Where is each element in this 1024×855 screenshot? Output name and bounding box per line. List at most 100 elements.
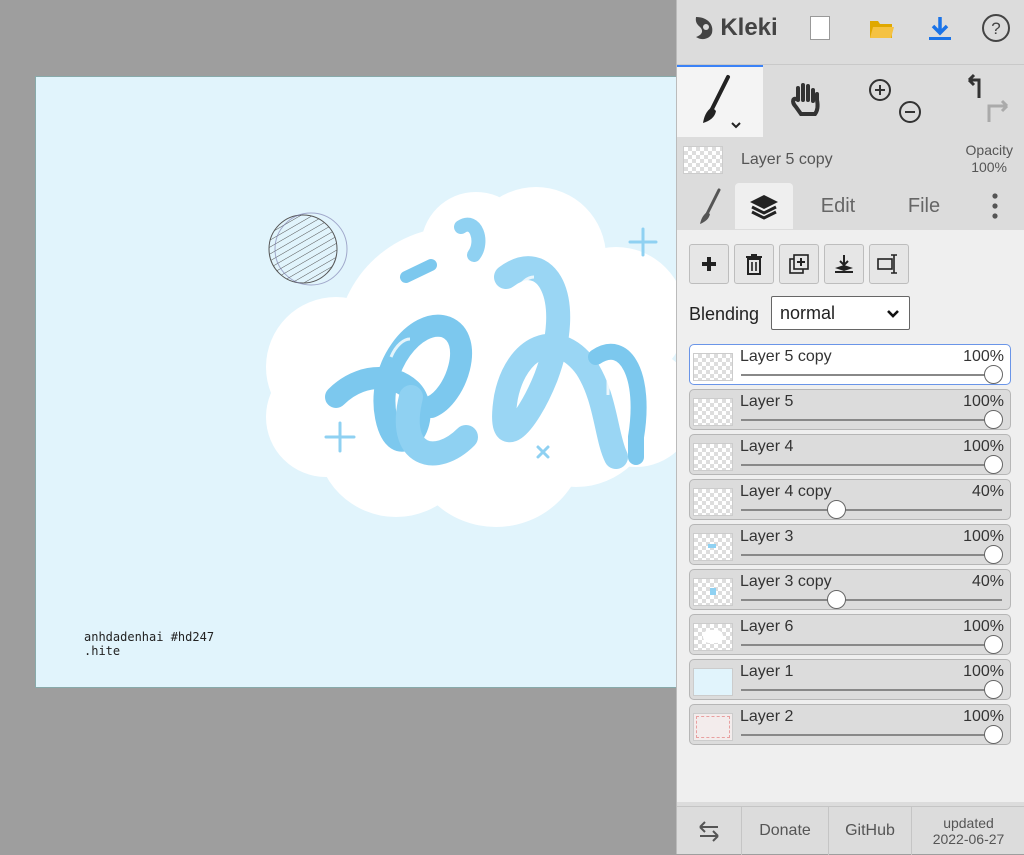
tab-file[interactable]: File bbox=[891, 183, 957, 229]
opacity-slider-track[interactable] bbox=[741, 509, 1002, 511]
opacity-slider-handle[interactable] bbox=[984, 545, 1003, 564]
undo-redo-icons bbox=[967, 73, 1009, 122]
more-options-button[interactable] bbox=[975, 183, 1015, 229]
brush-tab-icon bbox=[700, 188, 721, 224]
layer-item-layer-3-copy[interactable]: Layer 3 copy 40% bbox=[689, 569, 1011, 610]
plus-icon bbox=[702, 257, 716, 271]
zoom-icons bbox=[869, 79, 921, 123]
footer-bar: Donate GitHub updated 2022-06-27 bbox=[677, 806, 1024, 855]
layer-item-layer-6[interactable]: Layer 6 100% bbox=[689, 614, 1011, 655]
help-button[interactable]: ? bbox=[971, 6, 1021, 50]
layer-name: Layer 6 bbox=[740, 618, 794, 635]
signature-line-1: anhdadenhai #hd247 bbox=[84, 630, 215, 644]
layer-opacity: 40% bbox=[971, 483, 1004, 500]
open-folder-icon bbox=[870, 21, 894, 38]
download-button[interactable] bbox=[915, 6, 965, 50]
layer-opacity: 100% bbox=[963, 663, 1004, 680]
layer-thumbnail bbox=[693, 398, 733, 426]
layers-panel: Blending normal Layer 5 copy 100% Layer … bbox=[677, 230, 1024, 802]
opacity-slider-handle[interactable] bbox=[984, 455, 1003, 474]
donate-link[interactable]: Donate bbox=[742, 807, 829, 855]
updated-info[interactable]: updated 2022-06-27 bbox=[912, 807, 1024, 855]
current-layer-thumbnail bbox=[683, 146, 723, 174]
blending-label: Blending bbox=[689, 304, 760, 324]
layer-opacity: 100% bbox=[963, 708, 1004, 725]
new-image-button[interactable] bbox=[795, 6, 845, 50]
opacity-slider-handle[interactable] bbox=[827, 590, 847, 609]
layer-name: Layer 5 bbox=[740, 393, 794, 410]
opacity-slider-handle[interactable] bbox=[827, 500, 847, 519]
svg-text:?: ? bbox=[991, 19, 1000, 38]
opacity-slider-handle[interactable] bbox=[984, 725, 1003, 744]
github-link[interactable]: GitHub bbox=[829, 807, 912, 855]
brush-tool-button[interactable] bbox=[677, 65, 763, 137]
opacity-slider-track[interactable] bbox=[741, 689, 1002, 691]
rename-icon bbox=[877, 254, 897, 274]
duplicate-layer-button[interactable] bbox=[779, 244, 819, 284]
layer-opacity: 100% bbox=[963, 393, 1004, 410]
layer-opacity: 40% bbox=[971, 573, 1004, 590]
drawing-canvas[interactable]: anhdadenhai #hd247 .hite bbox=[35, 76, 676, 688]
opacity-slider-track[interactable] bbox=[741, 734, 1002, 736]
opacity-slider-track[interactable] bbox=[741, 554, 1002, 556]
swap-side-button[interactable] bbox=[677, 807, 742, 855]
layer-thumbnail bbox=[693, 488, 733, 516]
current-layer-info: Layer 5 copy Opacity 100% bbox=[677, 140, 1024, 180]
layer-thumbnail bbox=[693, 353, 733, 381]
tool-row bbox=[677, 64, 1024, 137]
tab-brush[interactable] bbox=[685, 183, 735, 229]
tab-edit[interactable]: Edit bbox=[805, 183, 871, 229]
layer-item-layer-4-copy[interactable]: Layer 4 copy 40% bbox=[689, 479, 1011, 520]
layer-name: Layer 1 bbox=[740, 663, 794, 680]
layer-item-layer-4[interactable]: Layer 4 100% bbox=[689, 434, 1011, 475]
layer-item-layer-5-copy[interactable]: Layer 5 copy 100% bbox=[689, 344, 1011, 385]
duplicate-icon bbox=[789, 254, 809, 274]
brush-icon bbox=[703, 75, 741, 129]
opacity-slider-handle[interactable] bbox=[984, 365, 1003, 384]
download-icon bbox=[929, 17, 951, 40]
top-toolbar: Kleki ? bbox=[677, 3, 1024, 53]
canvas-artwork bbox=[266, 187, 676, 527]
delete-layer-button[interactable] bbox=[734, 244, 774, 284]
blending-value: normal bbox=[780, 302, 836, 323]
opacity-slider-track[interactable] bbox=[741, 644, 1002, 646]
layer-item-layer-5[interactable]: Layer 5 100% bbox=[689, 389, 1011, 430]
opacity-slider-track[interactable] bbox=[741, 419, 1002, 421]
layer-item-layer-1[interactable]: Layer 1 100% bbox=[689, 659, 1011, 700]
kleki-logo-button[interactable]: Kleki bbox=[685, 6, 785, 50]
app-name: Kleki bbox=[720, 14, 778, 41]
hand-icon bbox=[791, 83, 820, 116]
blending-select[interactable]: normal bbox=[771, 296, 910, 330]
layer-thumbnail bbox=[693, 533, 733, 561]
open-button[interactable] bbox=[857, 6, 907, 50]
signature-line-2: .hite bbox=[84, 644, 121, 658]
opacity-slider-handle[interactable] bbox=[984, 410, 1003, 429]
layer-thumbnail bbox=[693, 668, 733, 696]
layer-thumbnail bbox=[693, 443, 733, 471]
opacity-slider-handle[interactable] bbox=[984, 635, 1003, 654]
merge-down-button[interactable] bbox=[824, 244, 864, 284]
more-vertical-icon bbox=[992, 193, 998, 219]
signature-text: anhdadenhai #hd247 .hite bbox=[84, 630, 214, 658]
hand-tool-button[interactable] bbox=[763, 65, 849, 135]
zoom-out-icon bbox=[899, 101, 921, 123]
chevron-down-icon bbox=[887, 310, 899, 318]
updated-label: updated bbox=[943, 815, 994, 831]
layer-item-layer-3[interactable]: Layer 3 100% bbox=[689, 524, 1011, 565]
opacity-slider-track[interactable] bbox=[741, 464, 1002, 466]
zoom-in-icon bbox=[869, 79, 891, 101]
undo-icon bbox=[967, 73, 981, 98]
opacity-slider-track[interactable] bbox=[741, 374, 1002, 376]
opacity-slider-track[interactable] bbox=[741, 599, 1002, 601]
layers-icon bbox=[750, 195, 778, 220]
layer-name: Layer 5 copy bbox=[740, 348, 832, 365]
rename-layer-button[interactable] bbox=[869, 244, 909, 284]
layer-thumbnail bbox=[693, 713, 733, 741]
opacity-slider-handle[interactable] bbox=[984, 680, 1003, 699]
layer-item-layer-2[interactable]: Layer 2 100% bbox=[689, 704, 1011, 745]
tab-layers[interactable] bbox=[735, 183, 793, 229]
add-layer-button[interactable] bbox=[689, 244, 729, 284]
layer-thumbnail bbox=[693, 578, 733, 606]
canvas-workspace[interactable]: anhdadenhai #hd247 .hite bbox=[0, 0, 676, 854]
updated-date: 2022-06-27 bbox=[932, 831, 1005, 847]
